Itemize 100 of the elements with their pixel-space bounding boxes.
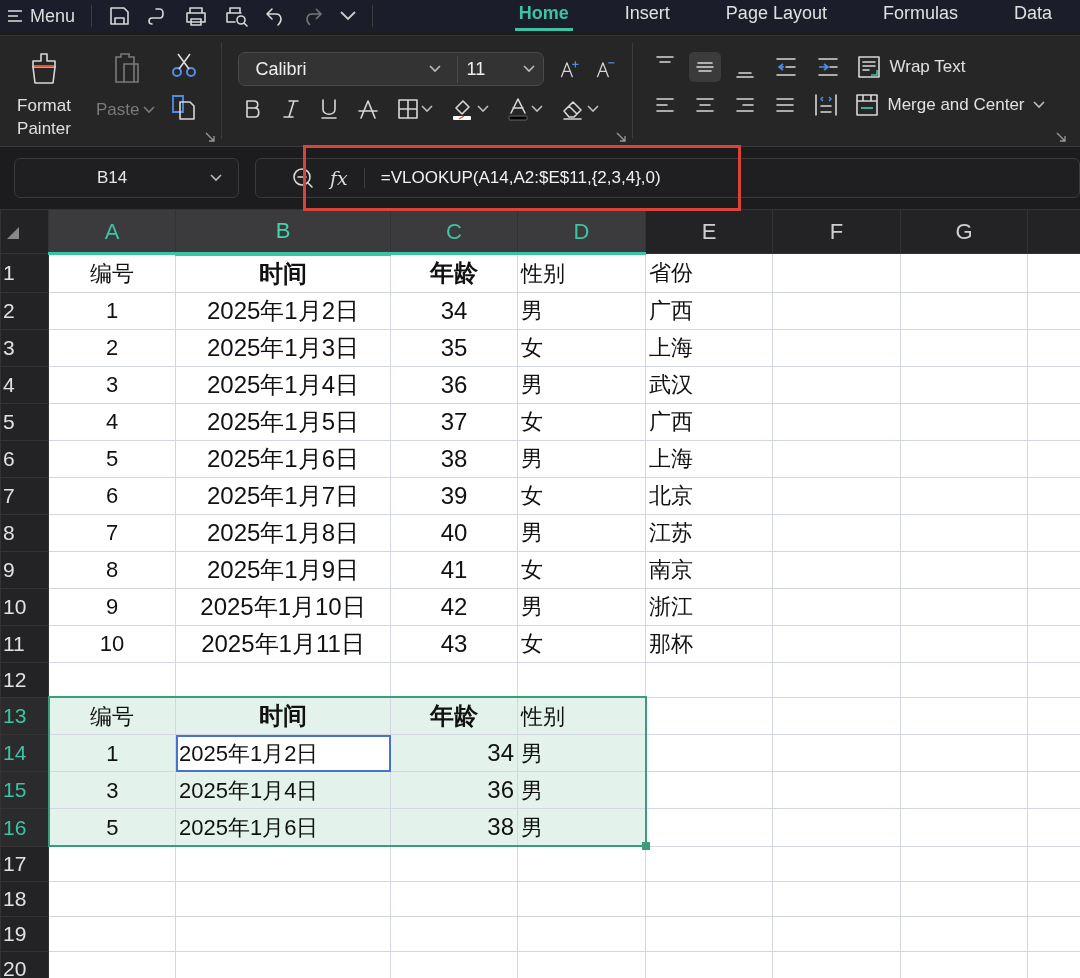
wrap-text-button[interactable]: Wrap Text: [857, 55, 966, 79]
table-cell[interactable]: 4: [48, 403, 176, 440]
table-cell[interactable]: 江苏: [645, 514, 773, 551]
table-cell[interactable]: 2025年1月8日: [175, 514, 391, 551]
table-cell[interactable]: 男: [517, 514, 646, 551]
align-middle-button[interactable]: [689, 52, 722, 82]
row-header[interactable]: 7: [0, 477, 49, 514]
merge-and-center-button[interactable]: Merge and Center: [855, 93, 1045, 117]
table-cell[interactable]: 女: [517, 329, 646, 366]
table-cell[interactable]: 性别: [517, 253, 646, 292]
table-cell[interactable]: 2: [48, 329, 176, 366]
name-box[interactable]: B14: [14, 158, 239, 198]
table-cell[interactable]: 2025年1月2日: [175, 292, 391, 329]
table-cell[interactable]: 年龄: [390, 697, 518, 735]
table-cell[interactable]: 37: [390, 403, 518, 440]
column-header[interactable]: G: [900, 209, 1028, 254]
table-cell[interactable]: 性别: [517, 697, 646, 735]
table-cell[interactable]: 省份: [645, 253, 773, 292]
table-cell[interactable]: 2025年1月10日: [175, 588, 391, 625]
row-header[interactable]: 4: [0, 366, 49, 403]
row-header[interactable]: 5: [0, 403, 49, 440]
table-cell[interactable]: 那杯: [645, 625, 773, 662]
row-header[interactable]: 18: [0, 881, 49, 916]
table-cell[interactable]: 北京: [645, 477, 773, 514]
function-button[interactable]: fx: [330, 163, 348, 193]
row-header[interactable]: 14: [0, 734, 49, 772]
chevron-down-icon[interactable]: [340, 11, 357, 21]
font-dropdown[interactable]: Calibri: [239, 55, 458, 83]
table-cell[interactable]: 39: [390, 477, 518, 514]
font-size-dropdown[interactable]: 11: [457, 55, 544, 83]
table-cell[interactable]: 南京: [645, 551, 773, 588]
table-cell[interactable]: 女: [517, 477, 646, 514]
row-header[interactable]: 9: [0, 551, 49, 588]
row-header[interactable]: 16: [0, 808, 49, 846]
table-cell[interactable]: 2025年1月3日: [175, 329, 391, 366]
table-cell[interactable]: 广西: [645, 403, 773, 440]
table-cell[interactable]: 2025年1月4日: [175, 771, 391, 809]
menu-button[interactable]: Menu: [8, 6, 76, 26]
table-cell[interactable]: 5: [48, 440, 176, 477]
table-cell[interactable]: 男: [517, 292, 646, 329]
ribbon-tab[interactable]: Home: [514, 1, 573, 31]
column-header[interactable]: D: [517, 209, 646, 254]
table-cell[interactable]: 女: [517, 625, 646, 662]
fill-handle[interactable]: [641, 842, 650, 850]
table-cell[interactable]: 武汉: [645, 366, 773, 403]
table-cell[interactable]: 编号: [48, 253, 176, 292]
table-cell[interactable]: 女: [517, 403, 646, 440]
table-cell[interactable]: 女: [517, 551, 646, 588]
table-cell[interactable]: 2025年1月5日: [175, 403, 391, 440]
table-cell[interactable]: 男: [517, 440, 646, 477]
table-cell[interactable]: 7: [48, 514, 176, 551]
save-icon[interactable]: [108, 5, 131, 27]
column-header[interactable]: C: [390, 209, 518, 254]
print-icon[interactable]: [184, 5, 209, 27]
table-cell[interactable]: 男: [517, 366, 646, 403]
table-cell[interactable]: 34: [390, 292, 518, 329]
table-cell[interactable]: 1: [48, 734, 176, 772]
format-painter-button[interactable]: Format Painter: [8, 52, 80, 146]
table-cell[interactable]: 上海: [645, 329, 773, 366]
table-cell[interactable]: 男: [517, 771, 646, 809]
table-cell[interactable]: 2025年1月9日: [175, 551, 391, 588]
row-header[interactable]: 17: [0, 846, 49, 881]
table-cell[interactable]: 广西: [645, 292, 773, 329]
row-header[interactable]: 10: [0, 588, 49, 625]
row-header[interactable]: 1: [0, 253, 49, 292]
column-header[interactable]: A: [48, 209, 176, 254]
table-cell[interactable]: 2025年1月2日: [175, 734, 391, 772]
table-cell[interactable]: 38: [390, 440, 518, 477]
dialog-launcher-icon[interactable]: [205, 132, 216, 142]
table-cell[interactable]: 43: [390, 625, 518, 662]
table-cell[interactable]: 36: [390, 366, 518, 403]
formula-field[interactable]: fx =VLOOKUP(A14,A2:$E$11,{2,3,4},0): [255, 158, 1080, 198]
table-cell[interactable]: 上海: [645, 440, 773, 477]
row-header[interactable]: 11: [0, 625, 49, 662]
table-cell[interactable]: 浙江: [645, 588, 773, 625]
copy-icon[interactable]: [171, 94, 198, 120]
row-header[interactable]: 8: [0, 514, 49, 551]
table-cell[interactable]: 2025年1月4日: [175, 366, 391, 403]
print-preview-icon[interactable]: [224, 5, 249, 27]
row-header[interactable]: 6: [0, 440, 49, 477]
ribbon-tab[interactable]: Page Layout: [721, 1, 831, 31]
table-cell[interactable]: 10: [48, 625, 176, 662]
table-cell[interactable]: 男: [517, 734, 646, 772]
row-header[interactable]: 20: [0, 951, 49, 978]
scissors-icon[interactable]: [171, 52, 198, 78]
table-cell[interactable]: 编号: [48, 697, 176, 735]
table-cell[interactable]: 40: [390, 514, 518, 551]
table-cell[interactable]: 2025年1月6日: [175, 440, 391, 477]
table-cell[interactable]: 36: [390, 771, 518, 809]
table-cell[interactable]: 9: [48, 588, 176, 625]
row-header[interactable]: 13: [0, 697, 49, 735]
table-cell[interactable]: 8: [48, 551, 176, 588]
column-header[interactable]: F: [772, 209, 901, 254]
dialog-launcher-icon[interactable]: [1056, 132, 1066, 142]
column-header[interactable]: E: [645, 209, 773, 254]
table-cell[interactable]: 42: [390, 588, 518, 625]
table-cell[interactable]: 时间: [175, 253, 391, 292]
table-cell[interactable]: 41: [390, 551, 518, 588]
table-cell[interactable]: 2025年1月11日: [175, 625, 391, 662]
row-header[interactable]: 2: [0, 292, 49, 329]
